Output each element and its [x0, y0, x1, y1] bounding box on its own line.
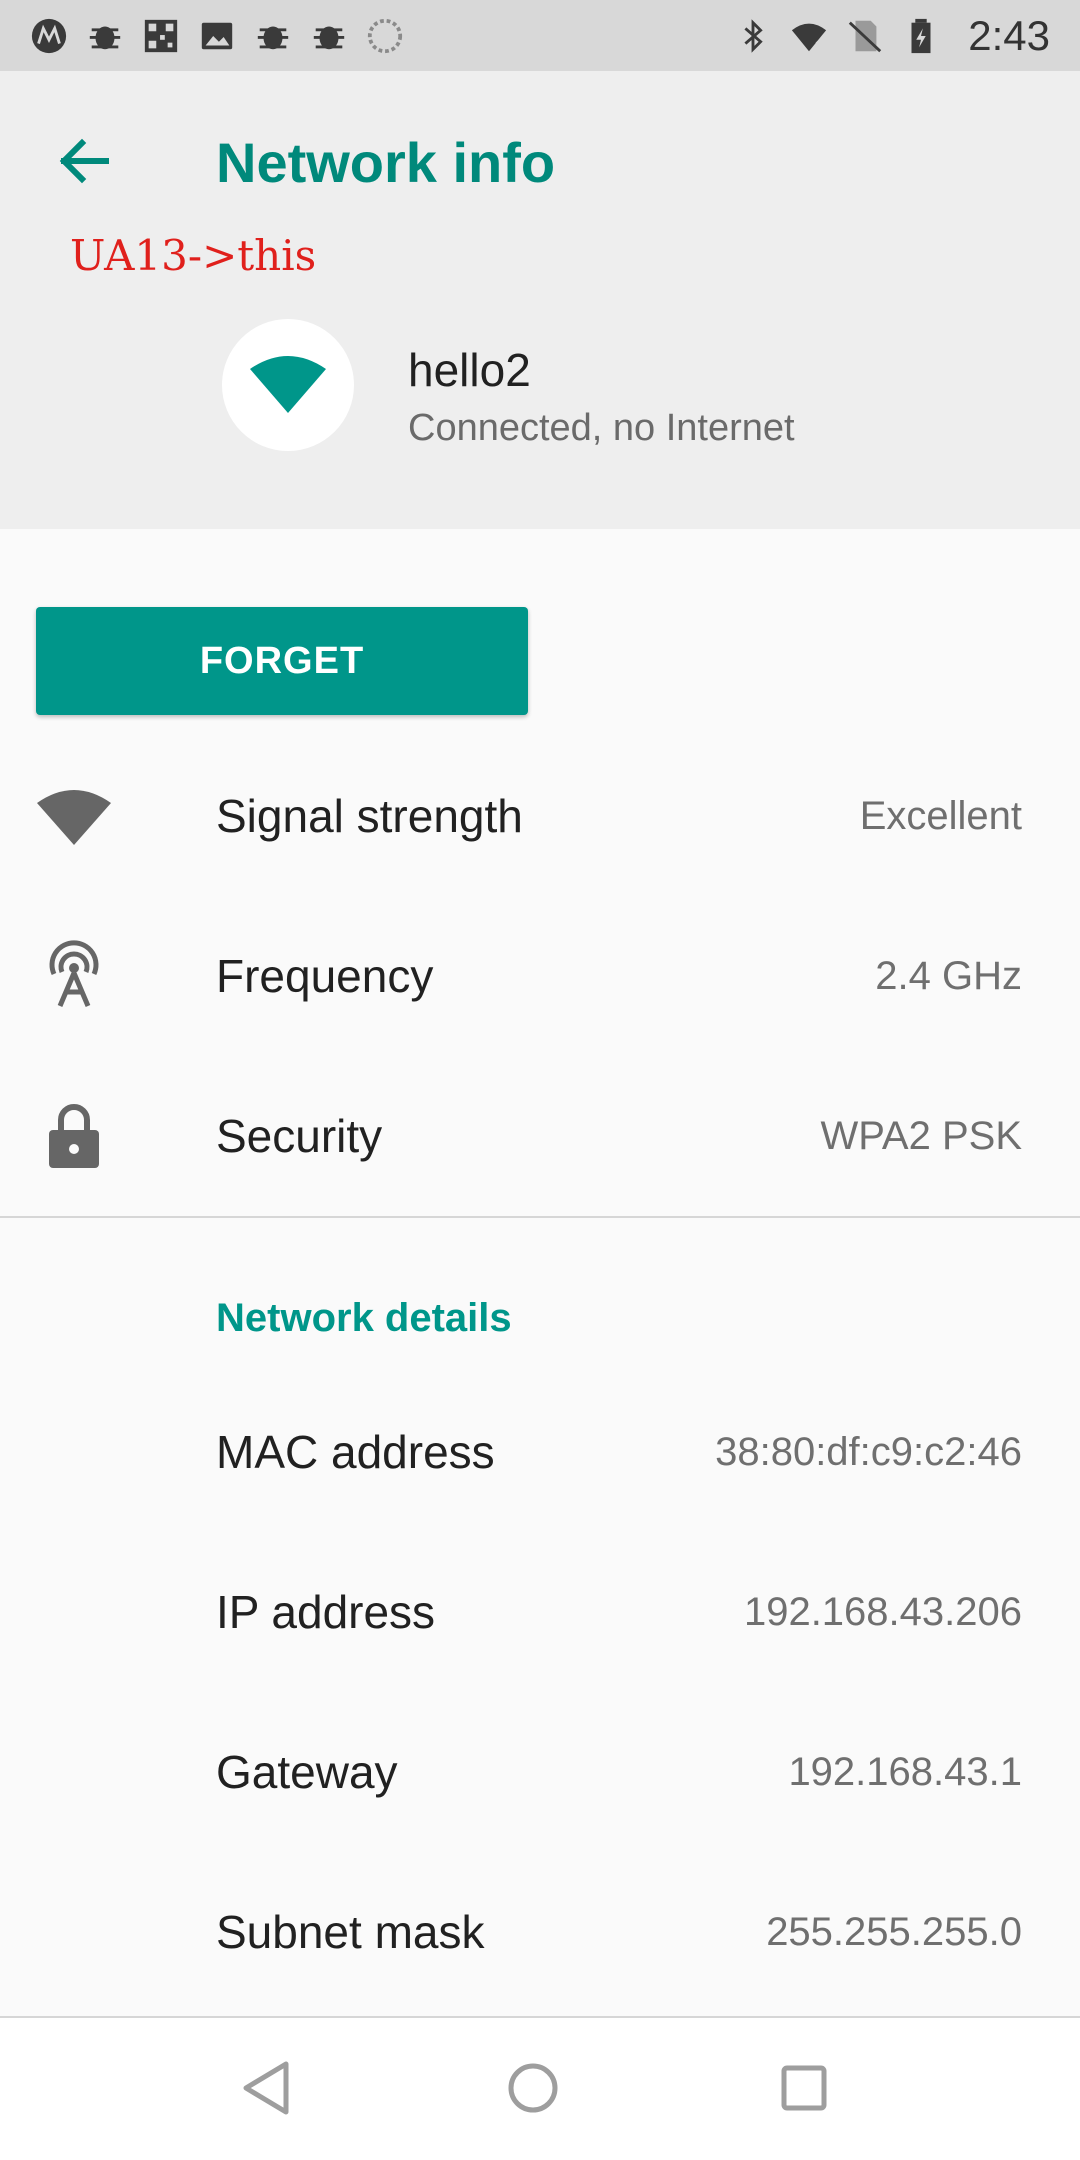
row-label: Gateway: [216, 1746, 398, 1798]
no-sim-icon: [846, 17, 884, 55]
status-bar: 2:43: [0, 0, 1080, 71]
status-right-icons: 2:43: [734, 12, 1050, 60]
page-title: Network info: [216, 131, 556, 194]
row-value: 192.168.43.1: [788, 1749, 1022, 1794]
battery-icon: [902, 17, 940, 55]
row-value: Excellent: [859, 793, 1022, 838]
row-label: MAC address: [216, 1426, 495, 1478]
gateway-row: Gateway 192.168.43.1: [0, 1692, 1080, 1852]
bug-icon: [86, 17, 124, 55]
security-row: Security WPA2 PSK: [0, 1056, 1080, 1216]
status-clock: 2:43: [968, 11, 1050, 59]
network-header: Network info UA13->this hello2 Connected…: [0, 71, 1080, 529]
row-value: 192.168.43.206: [743, 1589, 1022, 1634]
nav-home-icon: [505, 2060, 561, 2121]
frequency-row: Frequency 2.4 GHz: [0, 896, 1080, 1056]
nav-recents-icon: [778, 2062, 830, 2119]
network-name: hello2: [408, 344, 531, 396]
lock-icon: [34, 1096, 114, 1176]
signal-strength-row: Signal strength Excellent: [0, 736, 1080, 896]
row-label: Security: [216, 1110, 383, 1162]
wifi-no-internet-icon: [790, 17, 828, 55]
row-value: WPA2 PSK: [820, 1113, 1022, 1158]
navigation-bar: [0, 2016, 1080, 2160]
bluetooth-icon: [734, 17, 772, 55]
status-left-icons: [30, 17, 404, 55]
network-details-title: Network details: [216, 1296, 512, 1340]
image-icon: [198, 17, 236, 55]
bug-icon: [254, 17, 292, 55]
wifi-icon: [248, 351, 328, 420]
row-value: 38:80:df:c9:c2:46: [715, 1429, 1022, 1474]
nav-back-button[interactable]: [224, 2048, 308, 2132]
ip-address-row: IP address 192.168.43.206: [0, 1532, 1080, 1692]
mac-address-row: MAC address 38:80:df:c9:c2:46: [0, 1372, 1080, 1532]
row-value: 255.255.255.0: [766, 1909, 1022, 1954]
forget-button[interactable]: FORGET: [36, 607, 528, 715]
network-icon-container: [222, 319, 354, 451]
sync-icon: [366, 17, 404, 55]
antenna-icon: [34, 936, 114, 1016]
back-button[interactable]: [48, 127, 120, 199]
nav-home-button[interactable]: [491, 2048, 575, 2132]
bug-icon: [310, 17, 348, 55]
nav-recents-button[interactable]: [762, 2048, 846, 2132]
qr-icon: [142, 17, 180, 55]
motorola-icon: [30, 17, 68, 55]
row-label: Frequency: [216, 950, 434, 1002]
row-label: Subnet mask: [216, 1906, 485, 1958]
arrow-left-icon: [56, 133, 112, 194]
network-status: Connected, no Internet: [408, 407, 795, 449]
subnet-mask-row: Subnet mask 255.255.255.0: [0, 1852, 1080, 2012]
nav-back-icon: [240, 2060, 292, 2121]
annotation-label: UA13->this: [70, 231, 317, 280]
divider: [0, 1216, 1080, 1218]
wifi-signal-icon: [34, 776, 114, 856]
row-label: Signal strength: [216, 790, 523, 842]
row-label: IP address: [216, 1586, 436, 1638]
row-value: 2.4 GHz: [875, 953, 1022, 998]
